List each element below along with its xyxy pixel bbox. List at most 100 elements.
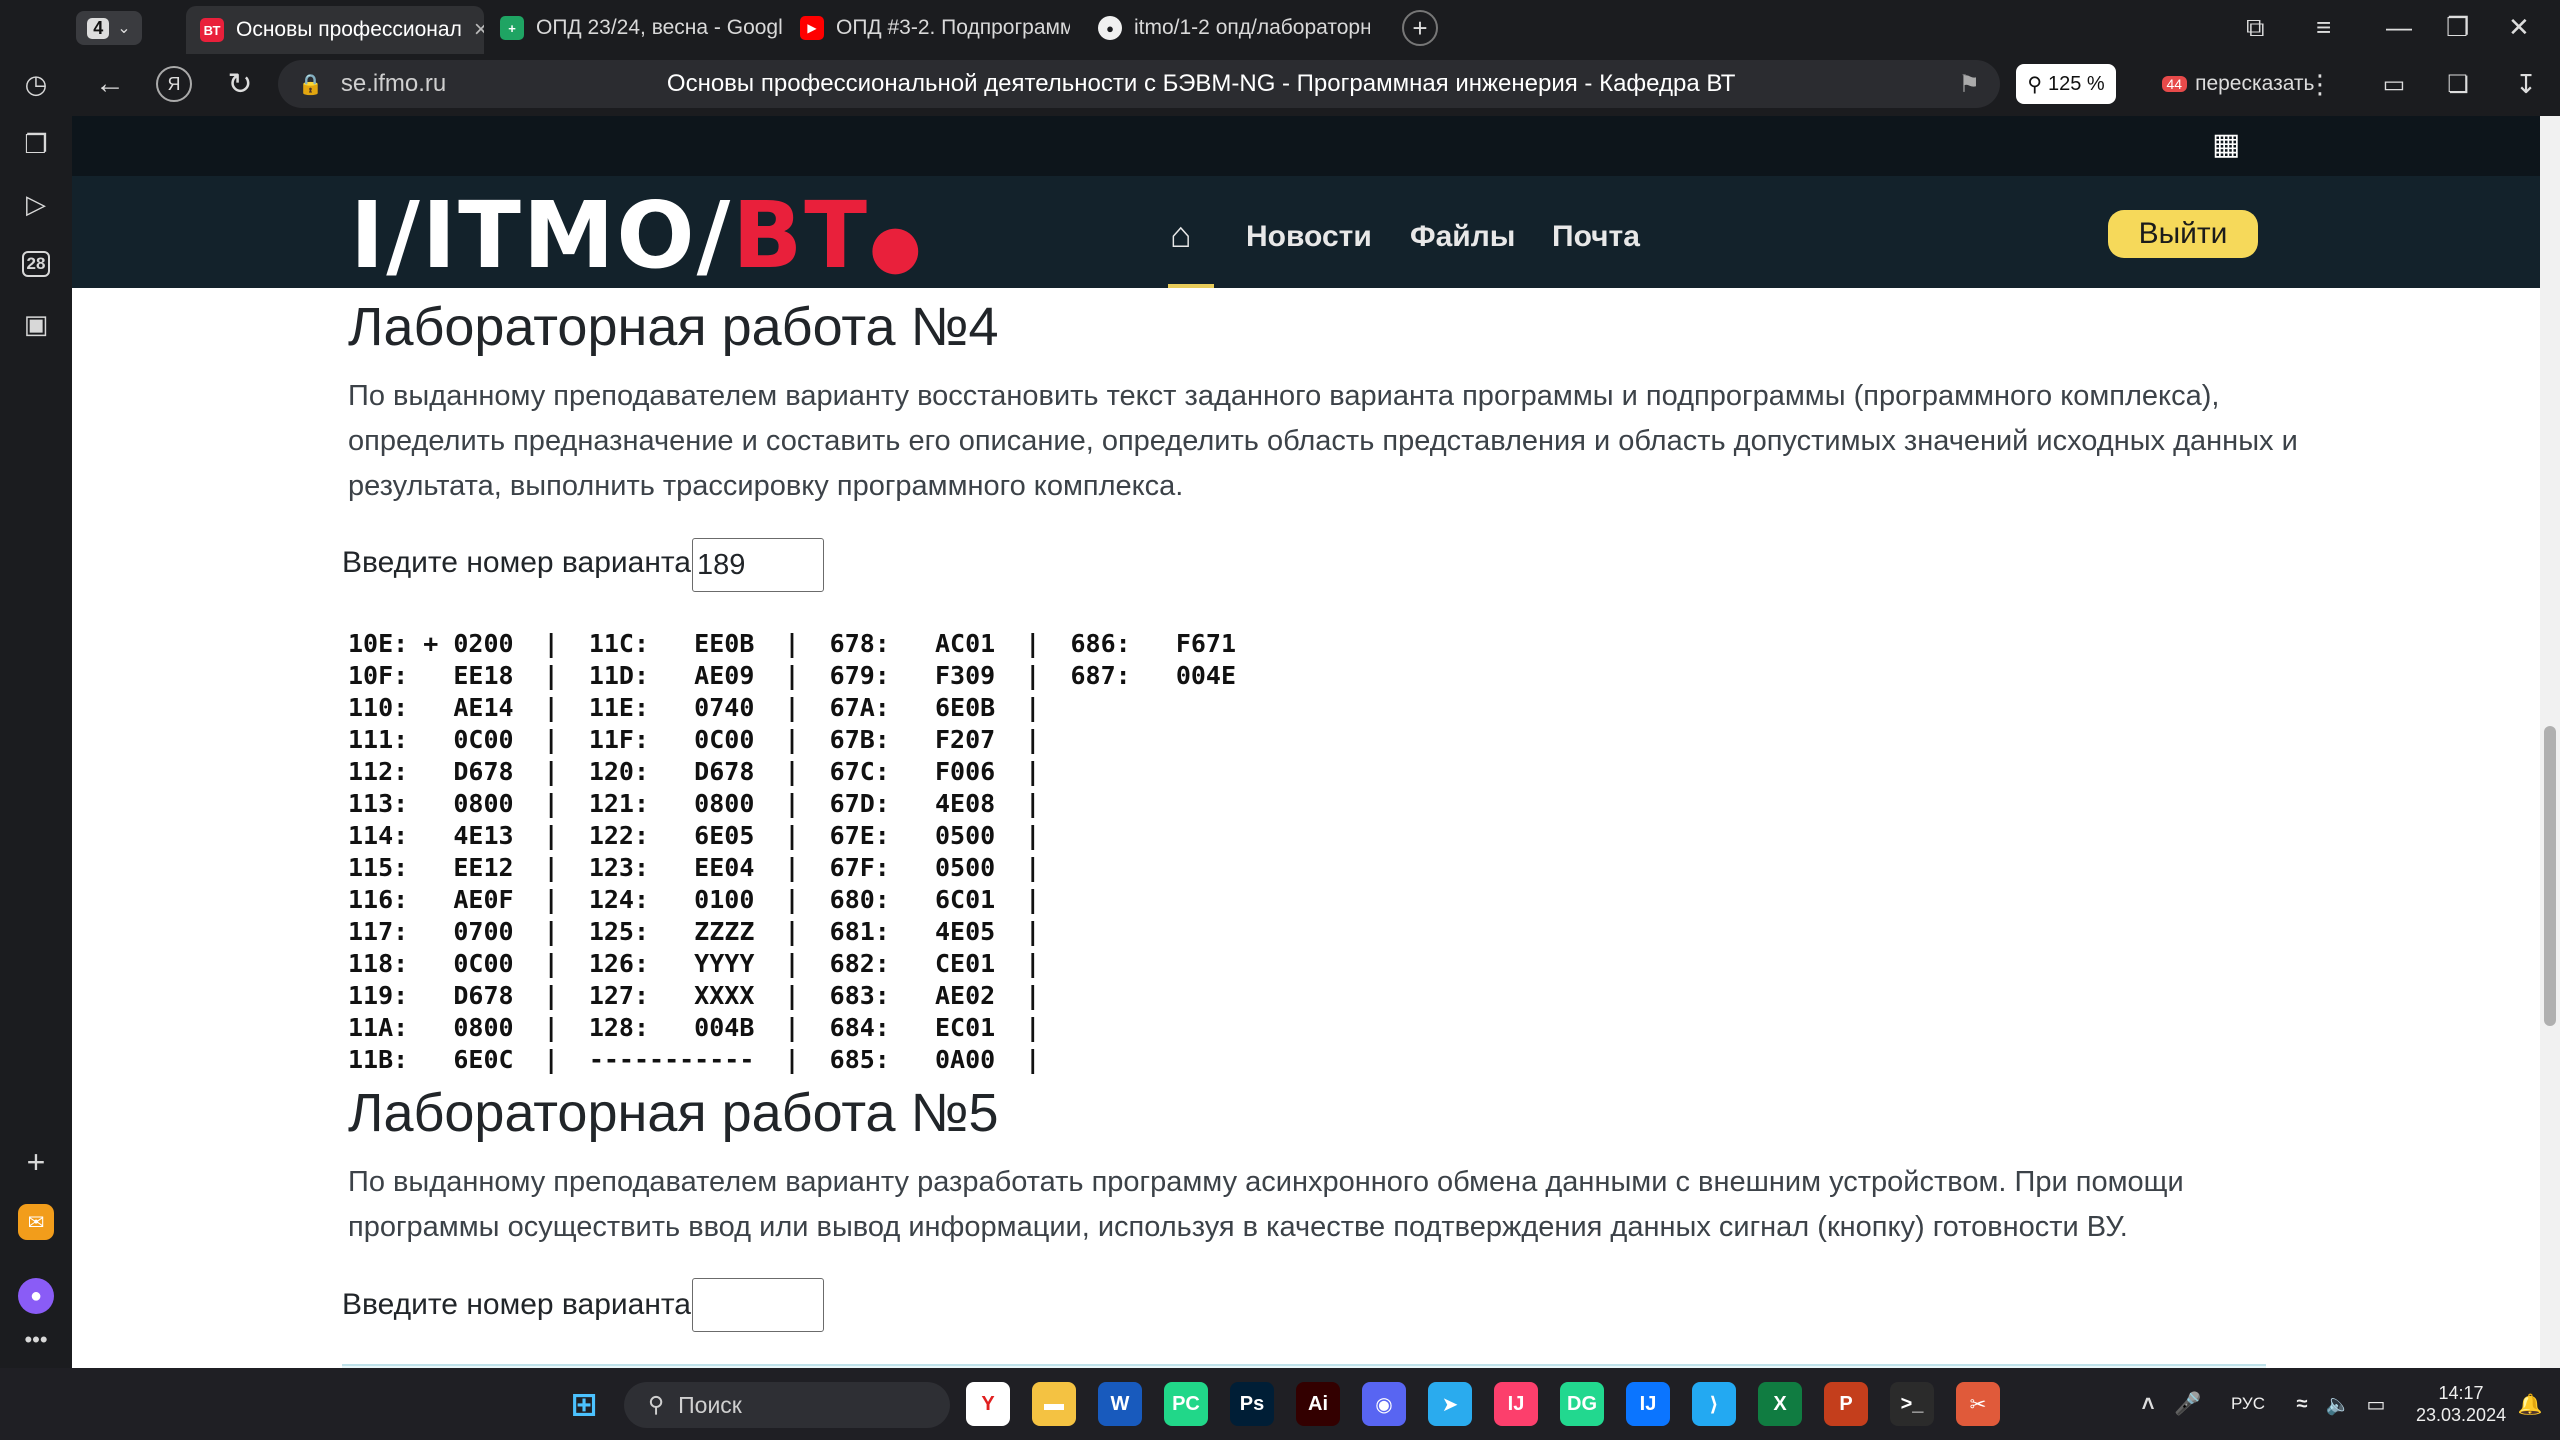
itmo-bt-logo[interactable]: I/ITMO/BT● [350,182,923,289]
illustrator-icon[interactable]: Ai [1296,1382,1340,1426]
code-line: 10E: + 0200 | 11C: EE0B | 678: AC01 | 68… [348,629,1237,658]
download-icon[interactable]: ↧ [2508,66,2544,102]
snipping-tool-icon[interactable]: ✂ [1956,1382,2000,1426]
discord-icon[interactable]: ◉ [1362,1382,1406,1426]
restore-icon[interactable]: ❐ [2446,12,2469,43]
code-line: 10F: EE18 | 11D: AE09 | 679: F309 | 687:… [348,661,1237,690]
lab4-title: Лабораторная работа №4 [348,297,999,357]
tab-google-sheet[interactable]: + ОПД 23/24, весна - Googl [500,10,790,46]
tab-favicon: ВТ [200,18,224,42]
alice-icon[interactable]: ● [18,1278,54,1314]
retell-icon: 44 [2161,76,2188,92]
minimize-icon[interactable]: — [2386,12,2412,43]
browser-tab-bar: 👤 4 ⌄ ВТ Основы профессионал × + ОПД 23/… [0,0,2560,54]
collections-side-icon[interactable]: ❐ [18,126,54,162]
tab-ifmo[interactable]: ВТ Основы профессионал × [186,6,484,54]
tab-github[interactable]: ● itmo/1-2 опд/лабораторн [1098,10,1370,46]
bookmark-icon[interactable]: ⚑ [1958,70,1980,99]
vscode-icon[interactable]: ⟩ [1692,1382,1736,1426]
new-tab-button[interactable]: + [1402,10,1438,46]
tab-label: itmo/1-2 опд/лабораторн [1134,16,1370,39]
search-icon: ⚲ [648,1392,665,1417]
menu-icon[interactable]: ≡ [2316,12,2331,43]
mail-icon[interactable]: ✉ [18,1204,54,1240]
yandex-home-icon[interactable]: Я [156,66,192,102]
windows-taskbar: ⊞ ⚲ Поиск Y ▬ W PC Ps Ai ◉ ➤ IJ DG IJ ⟩ X P >_ ✂ ˄ 🎤 РУ… [0,1368,2560,1440]
yandex-browser-icon[interactable]: Y [966,1382,1010,1426]
video-icon[interactable]: ▷ [18,186,54,222]
tab-label: Основы профессионал [236,18,462,41]
clock-date: 23.03.2024 [2416,1405,2507,1425]
nav-files[interactable]: Файлы [1410,220,1515,254]
file-explorer-icon[interactable]: ▬ [1032,1382,1076,1426]
lab5-variant-input[interactable] [692,1278,824,1332]
tab-youtube[interactable]: ▶ ОПД #3-2. Подпрограммы [800,10,1070,46]
word-icon[interactable]: W [1098,1382,1142,1426]
intellij-ce-icon[interactable]: IJ [1626,1382,1670,1426]
apps-grid-icon[interactable]: ▦ [2212,130,2240,160]
code-line: 118: 0C00 | 126: YYYY | 682: CE01 | [348,949,1041,978]
excel-icon[interactable]: X [1758,1382,1802,1426]
scrollbar-thumb[interactable] [2544,726,2556,1026]
code-line: 116: AE0F | 124: 0100 | 680: 6C01 | [348,885,1041,914]
code-line: 11A: 0800 | 128: 004B | 684: EC01 | [348,1013,1041,1042]
battery-tray-icon[interactable]: ▭ [2354,1382,2398,1426]
more-dots-icon[interactable]: ••• [18,1322,54,1358]
taskbar-search[interactable]: ⚲ Поиск [624,1382,950,1428]
photoshop-icon[interactable]: Ps [1230,1382,1274,1426]
windows-start-icon[interactable]: ⊞ [562,1382,606,1426]
lab4-variant-label: Введите номер варианта [342,546,691,579]
powerpoint-icon[interactable]: P [1824,1382,1868,1426]
intellij-icon[interactable]: IJ [1494,1382,1538,1426]
code-line: 115: EE12 | 123: EE04 | 67F: 0500 | [348,853,1041,882]
zoom-icon: ⚲ [2027,73,2042,96]
zoom-value: 125 % [2047,72,2105,95]
nav-mail[interactable]: Почта [1552,220,1640,254]
telegram-icon[interactable]: ➤ [1428,1382,1472,1426]
zoom-indicator[interactable]: ⚲ 125 % [2016,64,2116,104]
calendar-icon[interactable]: 28 [18,246,54,282]
code-line: 111: 0C00 | 11F: 0C00 | 67B: F207 | [348,725,1041,754]
taskbar-clock[interactable]: 14:17 23.03.2024 [2416,1382,2506,1426]
address-url: se.ifmo.ru [340,70,447,97]
microphone-icon[interactable]: 🎤 [2166,1382,2210,1426]
address-page-title: Основы профессиональной деятельности с Б… [666,70,1736,97]
home-icon[interactable]: ⌂ [1170,214,1192,256]
more-icon[interactable]: ⋮ [2302,66,2338,102]
battery-icon: ▭ [2382,70,2406,98]
logo-bt: BT [732,182,870,289]
collections-icon[interactable]: ⧉ [2246,12,2265,44]
translate-icon[interactable]: ❏ [2440,66,2476,102]
lab4-variant-input[interactable] [692,538,824,592]
history-icon[interactable]: ◷ [18,66,54,102]
youtube-favicon-icon: ▶ [800,16,824,40]
terminal-icon[interactable]: >_ [1890,1382,1934,1426]
tab-counter[interactable]: 4 ⌄ [76,11,142,45]
add-panel-icon[interactable]: + [18,1144,54,1180]
program-listing: 10E: + 0200 | 11C: EE0B | 678: AC01 | 68… [348,628,1236,1076]
tray-chevron-icon[interactable]: ˄ [2126,1382,2170,1426]
address-field[interactable]: 🔒 se.ifmo.ru Основы профессиональной дея… [278,60,2000,108]
window-close-icon[interactable]: ✕ [2508,12,2530,43]
page-content: Лабораторная работа №4 По выданному преп… [72,288,2560,1368]
reload-icon[interactable]: ↻ [222,66,258,102]
screenshot-icon[interactable]: ▣ [18,306,54,342]
logo-itmo: I/ITMO/ [350,182,733,289]
logout-button[interactable]: Выйти [2108,210,2258,258]
close-icon[interactable]: × [474,16,484,44]
code-line: 110: AE14 | 11E: 0740 | 67A: 6E0B | [348,693,1041,722]
clock-time: 14:17 [2438,1383,2484,1403]
back-icon[interactable]: ← [92,66,128,102]
tab-label: ОПД #3-2. Подпрограммы [836,16,1070,39]
chevron-down-icon: ⌄ [117,20,131,37]
lab5-description: По выданному преподавателем варианту раз… [348,1166,2184,1243]
top-strip: ▦ [72,116,2560,176]
notification-bell-icon[interactable]: 🔔 [2508,1382,2552,1426]
datagrip-icon[interactable]: DG [1560,1382,1604,1426]
page-scrollbar[interactable] [2540,116,2560,1368]
browser-address-bar: ← Я ↻ 🔒 se.ifmo.ru Основы профессиональн… [0,54,2560,116]
nav-news[interactable]: Новости [1246,220,1372,254]
code-line: 119: D678 | 127: XXXX | 683: AE02 | [348,981,1041,1010]
pycharm-icon[interactable]: PC [1164,1382,1208,1426]
language-indicator[interactable]: РУС [2222,1382,2274,1426]
